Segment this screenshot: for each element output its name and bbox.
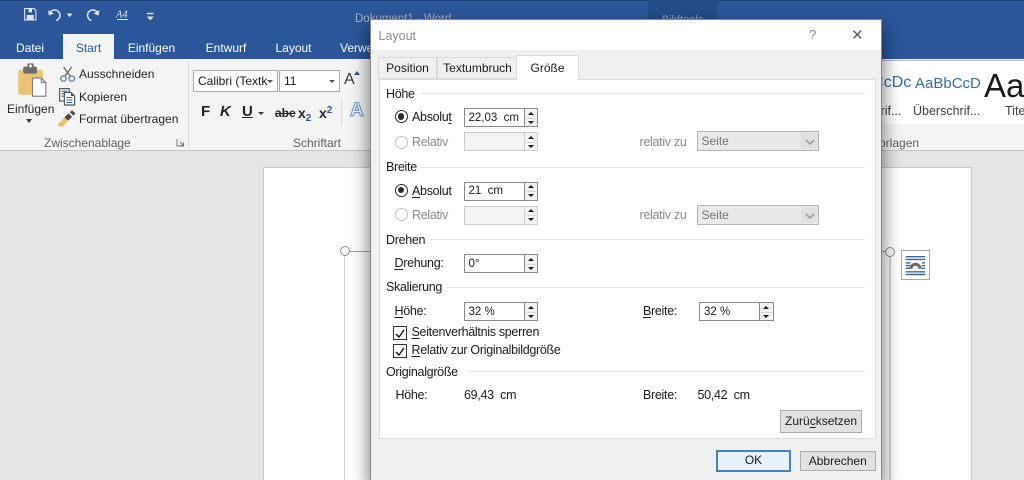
svg-text:A4: A4 xyxy=(115,10,128,21)
